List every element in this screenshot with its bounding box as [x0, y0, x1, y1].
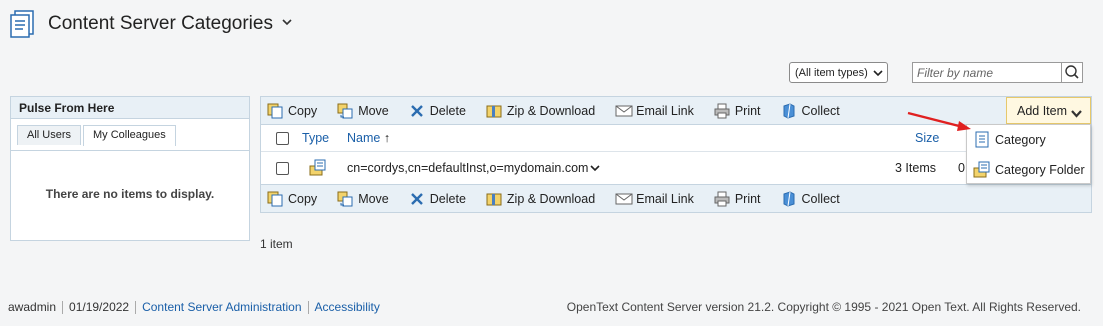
- item-count: 1 item: [260, 237, 293, 251]
- row-name-link[interactable]: cn=cordys,cn=defaultInst,o=mydomain.com: [347, 161, 588, 175]
- collect-label: Collect: [801, 103, 840, 118]
- column-size[interactable]: Size: [915, 131, 939, 145]
- add-item-menu: Category Category Folder: [966, 124, 1091, 184]
- email-link-label: Email Link: [636, 103, 694, 118]
- accessibility-link[interactable]: Accessibility: [315, 300, 380, 314]
- zip-download-button[interactable]: Zip & Download: [486, 103, 595, 119]
- divider: [307, 300, 309, 314]
- red-arrow-annotation: [907, 111, 971, 131]
- column-type[interactable]: Type: [302, 131, 329, 145]
- filter-by-name-input[interactable]: [913, 63, 1061, 82]
- footer-date: 01/19/2022: [69, 300, 130, 314]
- menu-item-category-label: Category: [995, 133, 1046, 147]
- category-icon: [973, 131, 991, 149]
- pulse-tabs: All Users My Colleagues: [11, 119, 249, 151]
- sort-ascending-icon: ↑: [383, 131, 391, 145]
- folder-page-icon: [8, 9, 38, 39]
- collect-label: Collect: [801, 191, 840, 206]
- zip-icon: [486, 191, 502, 207]
- copy-label: Copy: [288, 191, 318, 206]
- page-header: Content Server Categories: [8, 8, 293, 40]
- select-all-checkbox[interactable]: [276, 131, 289, 145]
- search-icon[interactable]: [1061, 63, 1082, 82]
- page-title: Content Server Categories: [48, 13, 273, 34]
- footer: awadmin 01/19/2022 Content Server Admini…: [8, 300, 380, 314]
- divider: [135, 300, 137, 314]
- menu-item-category[interactable]: Category: [967, 125, 1090, 155]
- chevron-down-icon: [1071, 107, 1082, 121]
- tab-all-users[interactable]: All Users: [17, 125, 82, 145]
- filter-by-name-box: [912, 62, 1083, 83]
- row-size: 3 Items: [895, 161, 936, 175]
- empty-message: There are no items to display.: [45, 187, 215, 201]
- copy-icon: [267, 191, 283, 207]
- column-name-label: Name: [347, 131, 381, 145]
- copy-button[interactable]: Copy: [267, 191, 317, 207]
- delete-icon: [409, 191, 425, 207]
- zip-icon: [486, 103, 502, 119]
- copy-button[interactable]: Copy: [267, 103, 317, 119]
- collect-button[interactable]: Collect: [781, 102, 840, 119]
- email-link-button[interactable]: Email Link: [615, 191, 694, 207]
- move-icon: [337, 191, 353, 207]
- zip-download-label: Zip & Download: [506, 191, 596, 206]
- pulse-title: Pulse From Here: [11, 97, 249, 119]
- move-icon: [337, 103, 353, 119]
- item-types-select[interactable]: (All item types): [789, 62, 888, 83]
- move-label: Move: [358, 191, 389, 206]
- category-folder-icon: [309, 159, 327, 177]
- item-types-value: (All item types): [795, 66, 868, 79]
- print-button[interactable]: Print: [714, 191, 761, 207]
- zip-download-label: Zip & Download: [506, 103, 596, 118]
- chevron-down-icon[interactable]: [589, 162, 601, 177]
- print-label: Print: [734, 191, 761, 206]
- footer-user: awadmin: [8, 300, 57, 314]
- delete-button[interactable]: Delete: [409, 191, 466, 207]
- move-button[interactable]: Move: [337, 191, 389, 207]
- print-label: Print: [734, 103, 761, 118]
- tab-my-colleagues[interactable]: My Colleagues: [83, 125, 176, 146]
- move-label: Move: [358, 103, 389, 118]
- add-item-label: Add Item: [1017, 103, 1068, 118]
- row-checkbox[interactable]: [276, 161, 289, 175]
- collect-button[interactable]: Collect: [781, 190, 840, 207]
- add-item-button[interactable]: Add Item: [1006, 97, 1091, 124]
- copyright-text: OpenText Content Server version 21.2. Co…: [566, 300, 1081, 314]
- email-link-button[interactable]: Email Link: [615, 103, 694, 119]
- delete-label: Delete: [429, 191, 466, 206]
- chevron-down-icon: [873, 68, 883, 81]
- divider: [62, 300, 64, 314]
- delete-label: Delete: [429, 103, 466, 118]
- bottom-toolbar: Copy Move Delete Zip & Download Email Li…: [261, 184, 1091, 212]
- zip-download-button[interactable]: Zip & Download: [486, 191, 595, 207]
- menu-item-category-folder-label: Category Folder: [995, 163, 1085, 177]
- delete-button[interactable]: Delete: [409, 103, 466, 119]
- category-folder-icon: [973, 161, 991, 179]
- email-link-label: Email Link: [636, 191, 694, 206]
- row-extra-value: 0: [958, 161, 965, 175]
- menu-item-category-folder[interactable]: Category Folder: [967, 155, 1090, 185]
- printer-icon: [714, 191, 730, 207]
- delete-icon: [409, 103, 425, 119]
- collect-icon: [781, 102, 797, 119]
- chevron-down-icon[interactable]: [281, 16, 293, 28]
- printer-icon: [714, 103, 730, 119]
- collect-icon: [781, 190, 797, 207]
- email-icon: [615, 103, 633, 119]
- copy-label: Copy: [288, 103, 318, 118]
- admin-link[interactable]: Content Server Administration: [142, 300, 301, 314]
- move-button[interactable]: Move: [337, 103, 389, 119]
- copy-icon: [267, 103, 283, 119]
- email-icon: [615, 191, 633, 207]
- pulse-panel: Pulse From Here All Users My Colleagues …: [10, 96, 250, 241]
- column-name[interactable]: Name ↑: [347, 131, 390, 145]
- print-button[interactable]: Print: [714, 103, 761, 119]
